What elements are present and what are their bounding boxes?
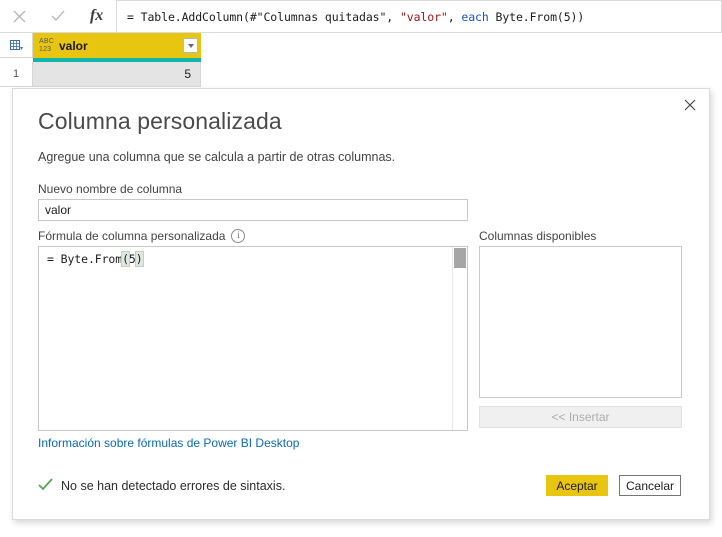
row-cell-valor[interactable]: 5 xyxy=(33,62,201,87)
chevron-down-glyph xyxy=(187,43,194,48)
syntax-status-text: No se han detectado errores de sintaxis. xyxy=(61,479,286,493)
formula-keyword-each: each xyxy=(461,9,489,24)
new-column-name-label: Nuevo nombre de columna xyxy=(38,182,183,196)
grid-header-row: ABC 123 valor xyxy=(0,33,722,58)
formula-number: 5 xyxy=(128,252,136,266)
formula-string-literal: "valor" xyxy=(399,9,448,24)
check-icon[interactable] xyxy=(43,1,73,31)
data-grid-preview: ABC 123 valor 1 5 xyxy=(0,33,722,88)
formula-close-paren: ) xyxy=(134,251,144,267)
chevron-down-icon[interactable] xyxy=(183,38,198,53)
grid-column-header-valor[interactable]: ABC 123 valor xyxy=(33,33,201,58)
table-row: 1 5 xyxy=(0,62,722,87)
formula-comma: , xyxy=(447,9,462,24)
column-type-123: 123 xyxy=(39,45,52,53)
custom-formula-editor[interactable]: = Byte.From(5) xyxy=(38,246,468,431)
formula-head: = Byte.From xyxy=(47,252,123,266)
custom-formula-label-text: Fórmula de columna personalizada xyxy=(38,229,226,243)
formula-suffix: Byte.From(5)) xyxy=(488,9,585,24)
page-title: Columna personalizada xyxy=(38,108,282,134)
new-column-name-input[interactable] xyxy=(38,199,468,221)
row-number[interactable]: 1 xyxy=(0,62,33,87)
fx-icon[interactable]: fx xyxy=(82,1,112,31)
close-x-icon[interactable] xyxy=(4,1,34,31)
vertical-scrollbar[interactable] xyxy=(452,247,467,430)
dialog-subtitle: Agregue una columna que se calcula a par… xyxy=(38,150,396,164)
formula-open-paren: ( xyxy=(121,251,130,267)
available-columns-label: Columnas disponibles xyxy=(479,229,597,243)
formula-prefix: = Table.AddColumn(#"Columnas quitadas", xyxy=(127,9,400,24)
close-icon[interactable] xyxy=(675,92,705,118)
formula-input[interactable]: = Table.AddColumn(#"Columnas quitadas", … xyxy=(117,0,722,33)
insert-button[interactable]: << Insertar xyxy=(479,406,682,428)
column-type-abc: ABC xyxy=(39,38,54,45)
column-type-icon: ABC 123 xyxy=(39,38,54,53)
text-caret xyxy=(142,252,144,265)
syntax-status: No se han detectado errores de sintaxis. xyxy=(38,478,285,494)
formula-help-link[interactable]: Información sobre fórmulas de Power BI D… xyxy=(38,436,299,450)
info-circle-icon[interactable]: i xyxy=(231,229,246,243)
column-selection-underline xyxy=(33,58,201,62)
column-header-label: valor xyxy=(59,38,88,53)
custom-column-dialog: Columna personalizada Agregue una column… xyxy=(12,88,710,520)
check-icon xyxy=(38,478,53,494)
custom-formula-text: = Byte.From(5) xyxy=(47,251,144,267)
available-columns-list[interactable] xyxy=(479,246,682,398)
grid-corner-table-icon[interactable] xyxy=(0,33,33,58)
scrollbar-thumb[interactable] xyxy=(454,248,466,268)
formula-bar-icons: fx xyxy=(0,0,117,33)
cancel-button[interactable]: Cancelar xyxy=(619,475,681,496)
custom-formula-label: Fórmula de columna personalizada i xyxy=(38,229,246,243)
accept-button[interactable]: Aceptar xyxy=(546,475,608,496)
formula-bar: fx = Table.AddColumn(#"Columnas quitadas… xyxy=(0,0,722,34)
